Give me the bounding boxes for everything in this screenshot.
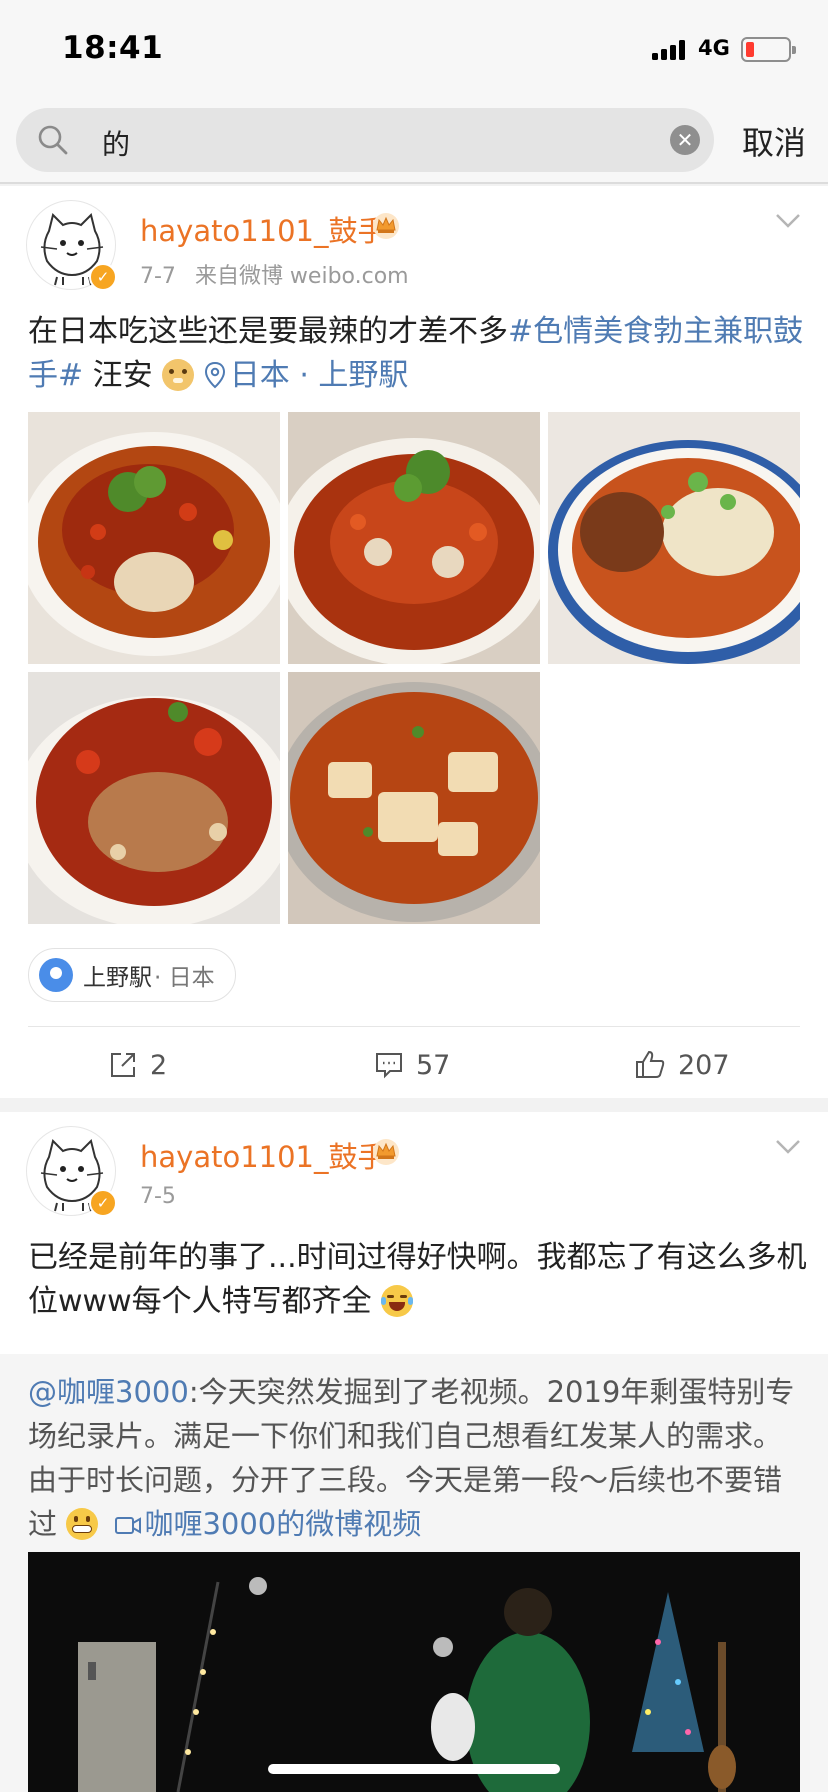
status-bar: 18:41 4G	[0, 0, 828, 92]
food-photo[interactable]	[548, 412, 800, 664]
comment-icon	[376, 1053, 402, 1079]
search-input[interactable]: 的 ✕	[16, 108, 714, 172]
repost-text: @咖喱3000:今天突然发掘到了老视频。2019年剩蛋特别专场纪录片。满足一下你…	[28, 1370, 808, 1546]
repost-count: 2	[150, 1049, 168, 1081]
video-icon	[115, 1517, 142, 1534]
repost-button[interactable]: 2	[108, 1032, 167, 1098]
post-card[interactable]: ✓ hayato1101_鼓手 7-5 已经是前年的事了...时间过得好快啊。我…	[0, 1112, 828, 1792]
comment-count: 57	[416, 1049, 451, 1081]
like-button[interactable]: 207	[634, 1032, 730, 1098]
location-pin-icon	[39, 958, 73, 992]
food-photo[interactable]	[28, 672, 280, 924]
status-time: 18:41	[62, 30, 164, 66]
like-count: 207	[678, 1049, 730, 1081]
location-name: 上野駅	[83, 965, 152, 991]
post-text: 已经是前年的事了...时间过得好快啊。我都忘了有这么多机位www每个人特写都齐全	[28, 1236, 808, 1324]
post-text-body: 已经是前年的事了...时间过得好快啊。我都忘了有这么多机位www每个人特写都齐全	[28, 1240, 807, 1319]
search-bar: 的 ✕ 取消	[0, 92, 828, 184]
crown-icon	[373, 213, 399, 239]
location-inline-link[interactable]: 日本 · 上野駅	[204, 358, 409, 393]
food-photo[interactable]	[28, 412, 280, 664]
username[interactable]: hayato1101_鼓手	[140, 208, 387, 250]
cancel-button[interactable]: 取消	[742, 118, 806, 164]
repost-block[interactable]: @咖喱3000:今天突然发掘到了老视频。2019年剩蛋特别专场纪录片。满足一下你…	[0, 1354, 828, 1792]
video-link[interactable]: 咖喱3000的微博视频	[115, 1507, 421, 1541]
location-chip[interactable]: 上野駅 · 日本	[28, 948, 236, 1002]
location-inline-text: 日本 · 上野駅	[229, 358, 409, 393]
search-query: 的	[102, 128, 131, 161]
food-photo[interactable]	[288, 672, 540, 924]
post-meta: 7-5	[140, 1184, 176, 1209]
post-card[interactable]: ✓ hayato1101_鼓手 7-7 来自微博 weibo.com 在日本吃这…	[0, 186, 828, 1098]
clear-icon[interactable]: ✕	[670, 125, 700, 155]
share-icon	[111, 1053, 135, 1077]
post-text-plain: 在日本吃这些还是要最辣的才差不多	[28, 314, 508, 349]
grin-emoji-icon	[66, 1508, 99, 1540]
post-text: 在日本吃这些还是要最辣的才差不多#色情美食勃主兼职鼓手# 汪安 日本 · 上野駅	[28, 266, 808, 398]
location-pin-icon	[204, 361, 225, 389]
comment-button[interactable]: 57	[374, 1032, 450, 1098]
chevron-down-icon[interactable]	[774, 212, 802, 230]
crown-icon	[373, 1139, 399, 1165]
search-icon	[38, 125, 68, 155]
username[interactable]: hayato1101_鼓手	[140, 1134, 387, 1176]
avatar[interactable]: ✓	[26, 1126, 117, 1217]
post-date: 7-5	[140, 1184, 176, 1209]
food-photo[interactable]	[288, 412, 540, 664]
video-thumbnail[interactable]	[28, 1552, 800, 1792]
network-label: 4G	[698, 36, 730, 60]
post-text-after: 汪安	[83, 358, 153, 393]
repost-user-link[interactable]: @咖喱3000	[28, 1375, 189, 1409]
divider	[28, 1026, 800, 1027]
location-country: · 日本	[154, 965, 215, 991]
video-link-text: 咖喱3000的微博视频	[144, 1507, 422, 1541]
home-indicator	[268, 1764, 560, 1774]
signal-icon	[652, 38, 690, 60]
chevron-down-icon[interactable]	[774, 1138, 802, 1156]
thumbs-up-icon	[636, 1050, 665, 1078]
verified-badge-icon: ✓	[89, 1189, 117, 1217]
laughing-emoji-icon	[381, 1285, 414, 1317]
doge-emoji-icon	[162, 359, 195, 391]
battery-icon	[741, 37, 796, 62]
